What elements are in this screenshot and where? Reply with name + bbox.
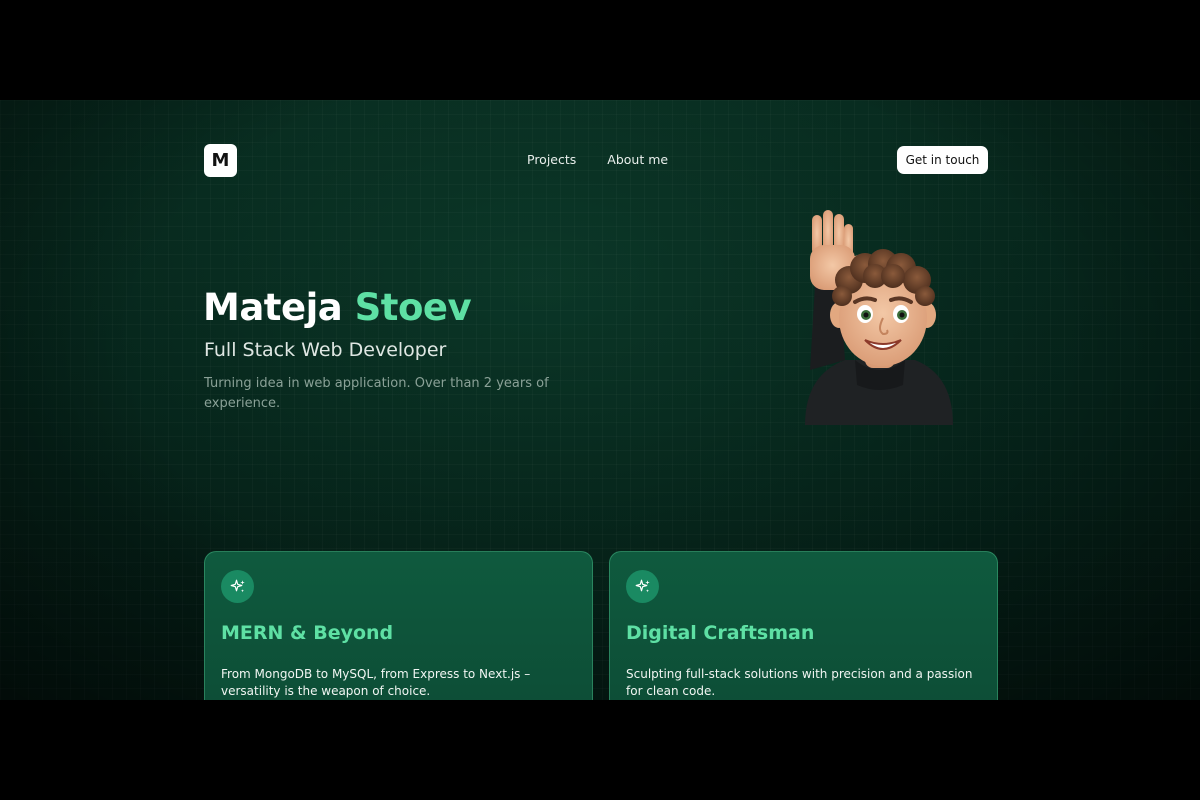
sparkles-icon xyxy=(626,570,659,603)
feature-card-craftsman: Digital Craftsman Sculpting full-stack s… xyxy=(609,551,998,700)
hero-last-name: Stoev xyxy=(354,286,472,329)
letterbox-top xyxy=(0,0,1200,100)
feature-card-mern: MERN & Beyond From MongoDB to MySQL, fro… xyxy=(204,551,593,700)
hero-role: Full Stack Web Developer xyxy=(204,339,447,361)
hero-first-name: Mateja xyxy=(203,286,343,329)
get-in-touch-button[interactable]: Get in touch xyxy=(897,146,988,174)
sparkles-icon xyxy=(221,570,254,603)
nav-link-about-me[interactable]: About me xyxy=(607,152,668,167)
logo[interactable]: M xyxy=(204,144,237,177)
main-nav: Projects About me xyxy=(527,152,668,167)
hero-description: Turning idea in web application. Over th… xyxy=(204,376,549,411)
logo-letter: M xyxy=(211,150,230,171)
avatar-memoji-icon xyxy=(805,210,953,425)
page-viewport: M Projects About me Get in touch Mateja … xyxy=(0,100,1200,700)
card-text: From MongoDB to MySQL, from Express to N… xyxy=(221,667,531,698)
card-text: Sculpting full-stack solutions with prec… xyxy=(626,667,973,698)
hero-name: Mateja Stoev xyxy=(203,286,472,329)
card-title: MERN & Beyond xyxy=(221,622,394,644)
nav-link-projects[interactable]: Projects xyxy=(527,152,576,167)
letterbox-bottom xyxy=(0,700,1200,800)
card-title: Digital Craftsman xyxy=(626,622,815,644)
